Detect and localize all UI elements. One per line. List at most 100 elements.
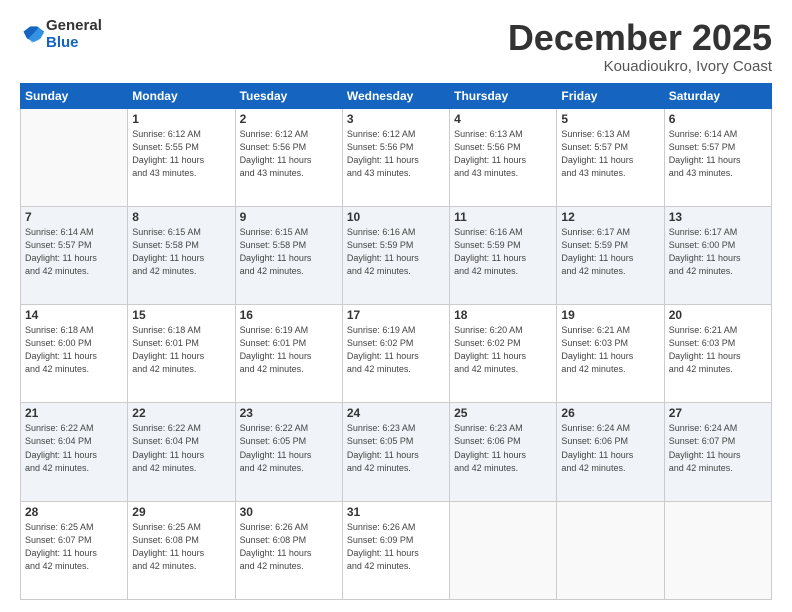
day-info: Sunrise: 6:19 AMSunset: 6:01 PMDaylight:… bbox=[240, 324, 338, 376]
calendar-cell: 16 Sunrise: 6:19 AMSunset: 6:01 PMDayligh… bbox=[235, 305, 342, 403]
calendar-cell: 23 Sunrise: 6:22 AMSunset: 6:05 PMDayligh… bbox=[235, 403, 342, 501]
day-number: 10 bbox=[347, 210, 445, 224]
calendar-cell: 10 Sunrise: 6:16 AMSunset: 5:59 PMDayligh… bbox=[342, 206, 449, 304]
calendar-week-row: 28 Sunrise: 6:25 AMSunset: 6:07 PMDayligh… bbox=[21, 501, 772, 599]
day-number: 13 bbox=[669, 210, 767, 224]
day-info: Sunrise: 6:24 AMSunset: 6:06 PMDaylight:… bbox=[561, 422, 659, 474]
day-info: Sunrise: 6:16 AMSunset: 5:59 PMDaylight:… bbox=[454, 226, 552, 278]
calendar-header-row: SundayMondayTuesdayWednesdayThursdayFrid… bbox=[21, 83, 772, 108]
calendar-cell: 13Sunrise: 6:17 AMSunset: 6:00 PMDayligh… bbox=[664, 206, 771, 304]
day-info: Sunrise: 6:23 AMSunset: 6:05 PMDaylight:… bbox=[347, 422, 445, 474]
day-number: 20 bbox=[669, 308, 767, 322]
header: General Blue December 2025 Kouadioukro, … bbox=[20, 18, 772, 75]
calendar-cell: 3 Sunrise: 6:12 AMSunset: 5:56 PMDaylight… bbox=[342, 108, 449, 206]
day-number: 28 bbox=[25, 505, 123, 519]
day-number: 5 bbox=[561, 112, 659, 126]
calendar-cell bbox=[450, 501, 557, 599]
day-info: Sunrise: 6:15 AMSunset: 5:58 PMDaylight:… bbox=[240, 226, 338, 278]
day-header-tuesday: Tuesday bbox=[235, 83, 342, 108]
calendar-cell: 18 Sunrise: 6:20 AMSunset: 6:02 PMDayligh… bbox=[450, 305, 557, 403]
day-number: 2 bbox=[240, 112, 338, 126]
page: General Blue December 2025 Kouadioukro, … bbox=[0, 0, 792, 612]
day-number: 11 bbox=[454, 210, 552, 224]
logo-icon bbox=[20, 23, 44, 47]
day-number: 4 bbox=[454, 112, 552, 126]
day-info: Sunrise: 6:21 AMSunset: 6:03 PMDaylight:… bbox=[561, 324, 659, 376]
calendar-week-row: 1 Sunrise: 6:12 AMSunset: 5:55 PMDaylight… bbox=[21, 108, 772, 206]
day-number: 22 bbox=[132, 406, 230, 420]
day-info: Sunrise: 6:14 AMSunset: 5:57 PMDaylight:… bbox=[669, 128, 767, 180]
calendar-cell: 26 Sunrise: 6:24 AMSunset: 6:06 PMDayligh… bbox=[557, 403, 664, 501]
calendar-cell: 1 Sunrise: 6:12 AMSunset: 5:55 PMDaylight… bbox=[128, 108, 235, 206]
calendar-week-row: 21 Sunrise: 6:22 AMSunset: 6:04 PMDayligh… bbox=[21, 403, 772, 501]
calendar-cell: 22 Sunrise: 6:22 AMSunset: 6:04 PMDayligh… bbox=[128, 403, 235, 501]
calendar-cell: 15 Sunrise: 6:18 AMSunset: 6:01 PMDayligh… bbox=[128, 305, 235, 403]
day-info: Sunrise: 6:17 AMSunset: 5:59 PMDaylight:… bbox=[561, 226, 659, 278]
day-info: Sunrise: 6:12 AMSunset: 5:55 PMDaylight:… bbox=[132, 128, 230, 180]
day-number: 3 bbox=[347, 112, 445, 126]
calendar-cell: 5 Sunrise: 6:13 AMSunset: 5:57 PMDaylight… bbox=[557, 108, 664, 206]
day-info: Sunrise: 6:26 AMSunset: 6:08 PMDaylight:… bbox=[240, 521, 338, 573]
day-header-thursday: Thursday bbox=[450, 83, 557, 108]
day-number: 14 bbox=[25, 308, 123, 322]
calendar-week-row: 7 Sunrise: 6:14 AMSunset: 5:57 PMDaylight… bbox=[21, 206, 772, 304]
day-number: 18 bbox=[454, 308, 552, 322]
calendar-subtitle: Kouadioukro, Ivory Coast bbox=[508, 58, 772, 75]
day-number: 23 bbox=[240, 406, 338, 420]
day-number: 12 bbox=[561, 210, 659, 224]
day-number: 25 bbox=[454, 406, 552, 420]
day-info: Sunrise: 6:23 AMSunset: 6:06 PMDaylight:… bbox=[454, 422, 552, 474]
day-info: Sunrise: 6:18 AMSunset: 6:01 PMDaylight:… bbox=[132, 324, 230, 376]
calendar-cell: 9 Sunrise: 6:15 AMSunset: 5:58 PMDaylight… bbox=[235, 206, 342, 304]
day-info: Sunrise: 6:19 AMSunset: 6:02 PMDaylight:… bbox=[347, 324, 445, 376]
logo: General Blue bbox=[20, 18, 102, 51]
day-number: 19 bbox=[561, 308, 659, 322]
day-number: 30 bbox=[240, 505, 338, 519]
title-block: December 2025 Kouadioukro, Ivory Coast bbox=[508, 18, 772, 75]
day-number: 21 bbox=[25, 406, 123, 420]
day-number: 15 bbox=[132, 308, 230, 322]
day-info: Sunrise: 6:12 AMSunset: 5:56 PMDaylight:… bbox=[347, 128, 445, 180]
day-info: Sunrise: 6:16 AMSunset: 5:59 PMDaylight:… bbox=[347, 226, 445, 278]
day-info: Sunrise: 6:13 AMSunset: 5:56 PMDaylight:… bbox=[454, 128, 552, 180]
day-info: Sunrise: 6:14 AMSunset: 5:57 PMDaylight:… bbox=[25, 226, 123, 278]
day-number: 9 bbox=[240, 210, 338, 224]
calendar-cell: 12 Sunrise: 6:17 AMSunset: 5:59 PMDayligh… bbox=[557, 206, 664, 304]
day-number: 26 bbox=[561, 406, 659, 420]
day-info: Sunrise: 6:15 AMSunset: 5:58 PMDaylight:… bbox=[132, 226, 230, 278]
day-header-wednesday: Wednesday bbox=[342, 83, 449, 108]
calendar-cell: 2 Sunrise: 6:12 AMSunset: 5:56 PMDaylight… bbox=[235, 108, 342, 206]
day-number: 7 bbox=[25, 210, 123, 224]
day-number: 27 bbox=[669, 406, 767, 420]
day-info: Sunrise: 6:20 AMSunset: 6:02 PMDaylight:… bbox=[454, 324, 552, 376]
day-number: 16 bbox=[240, 308, 338, 322]
day-info: Sunrise: 6:25 AMSunset: 6:07 PMDaylight:… bbox=[25, 521, 123, 573]
calendar-table: SundayMondayTuesdayWednesdayThursdayFrid… bbox=[20, 83, 772, 600]
day-info: Sunrise: 6:12 AMSunset: 5:56 PMDaylight:… bbox=[240, 128, 338, 180]
day-info: Sunrise: 6:22 AMSunset: 6:04 PMDaylight:… bbox=[132, 422, 230, 474]
day-info: Sunrise: 6:24 AMSunset: 6:07 PMDaylight:… bbox=[669, 422, 767, 474]
calendar-cell: 24Sunrise: 6:23 AMSunset: 6:05 PMDayligh… bbox=[342, 403, 449, 501]
calendar-cell: 4 Sunrise: 6:13 AMSunset: 5:56 PMDaylight… bbox=[450, 108, 557, 206]
day-header-saturday: Saturday bbox=[664, 83, 771, 108]
day-info: Sunrise: 6:25 AMSunset: 6:08 PMDaylight:… bbox=[132, 521, 230, 573]
calendar-cell: 7 Sunrise: 6:14 AMSunset: 5:57 PMDaylight… bbox=[21, 206, 128, 304]
day-info: Sunrise: 6:26 AMSunset: 6:09 PMDaylight:… bbox=[347, 521, 445, 573]
calendar-week-row: 14 Sunrise: 6:18 AMSunset: 6:00 PMDayligh… bbox=[21, 305, 772, 403]
day-number: 1 bbox=[132, 112, 230, 126]
logo-blue: Blue bbox=[46, 34, 79, 51]
day-info: Sunrise: 6:13 AMSunset: 5:57 PMDaylight:… bbox=[561, 128, 659, 180]
day-header-sunday: Sunday bbox=[21, 83, 128, 108]
calendar-cell: 27 Sunrise: 6:24 AMSunset: 6:07 PMDayligh… bbox=[664, 403, 771, 501]
calendar-cell: 31 Sunrise: 6:26 AMSunset: 6:09 PMDayligh… bbox=[342, 501, 449, 599]
calendar-cell: 20Sunrise: 6:21 AMSunset: 6:03 PMDayligh… bbox=[664, 305, 771, 403]
day-info: Sunrise: 6:22 AMSunset: 6:05 PMDaylight:… bbox=[240, 422, 338, 474]
day-number: 31 bbox=[347, 505, 445, 519]
calendar-cell: 6Sunrise: 6:14 AMSunset: 5:57 PMDaylight… bbox=[664, 108, 771, 206]
day-info: Sunrise: 6:22 AMSunset: 6:04 PMDaylight:… bbox=[25, 422, 123, 474]
calendar-title: December 2025 bbox=[508, 18, 772, 58]
calendar-cell bbox=[557, 501, 664, 599]
day-number: 29 bbox=[132, 505, 230, 519]
day-number: 8 bbox=[132, 210, 230, 224]
day-info: Sunrise: 6:18 AMSunset: 6:00 PMDaylight:… bbox=[25, 324, 123, 376]
